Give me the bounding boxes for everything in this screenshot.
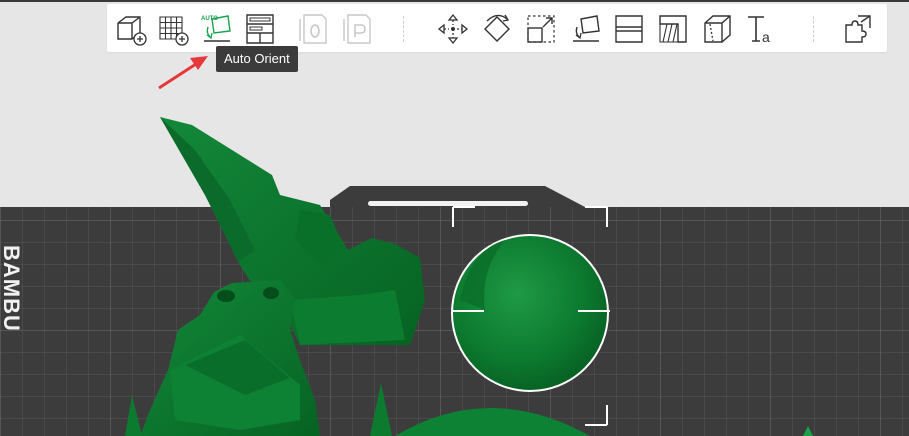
svg-text:a: a <box>762 29 770 45</box>
seam-paint-icon <box>704 15 731 43</box>
add-part-button[interactable] <box>111 10 149 48</box>
3d-viewport[interactable]: BAMBU <box>0 0 909 436</box>
rotate-icon <box>484 14 510 42</box>
cut-icon <box>615 15 643 43</box>
scene-canvas[interactable] <box>0 0 909 436</box>
arrange-button[interactable] <box>241 10 279 48</box>
window-top-border <box>0 0 909 2</box>
grid-plus-icon <box>159 16 189 46</box>
move-icon <box>437 13 469 45</box>
text-shape-icon: a <box>748 16 770 45</box>
move-button[interactable] <box>434 10 472 48</box>
plate-brand-logo: BAMBU <box>0 245 24 332</box>
assembly-button[interactable] <box>839 10 877 48</box>
split-to-objects-button[interactable] <box>295 10 333 48</box>
split-to-parts-button[interactable] <box>339 10 377 48</box>
support-painting-button[interactable] <box>654 10 692 48</box>
toolbar-separator <box>403 16 405 42</box>
split-parts-icon <box>343 14 371 44</box>
scale-button[interactable] <box>522 10 560 48</box>
top-toolbar: AUTO a <box>107 4 887 52</box>
split-objects-icon <box>299 14 327 44</box>
lay-on-face-icon <box>573 15 600 42</box>
cube-plus-icon <box>117 16 147 46</box>
puzzle-icon <box>845 15 871 43</box>
add-plate-button[interactable] <box>153 10 191 48</box>
plate-handle <box>368 201 528 206</box>
text-shape-button[interactable]: a <box>742 10 780 48</box>
auto-orient-button[interactable]: AUTO <box>197 10 235 48</box>
scale-icon <box>527 15 555 43</box>
toolbar-separator <box>813 16 815 42</box>
lay-on-face-button[interactable] <box>566 10 604 48</box>
rotate-button[interactable] <box>478 10 516 48</box>
support-paint-icon <box>659 15 687 43</box>
arrange-icon <box>246 14 274 44</box>
annotation-arrow <box>158 56 208 90</box>
auto-orient-icon: AUTO <box>201 15 231 42</box>
seam-painting-button[interactable] <box>698 10 736 48</box>
cut-button[interactable] <box>610 10 648 48</box>
auto-orient-tooltip: Auto Orient <box>216 46 298 72</box>
